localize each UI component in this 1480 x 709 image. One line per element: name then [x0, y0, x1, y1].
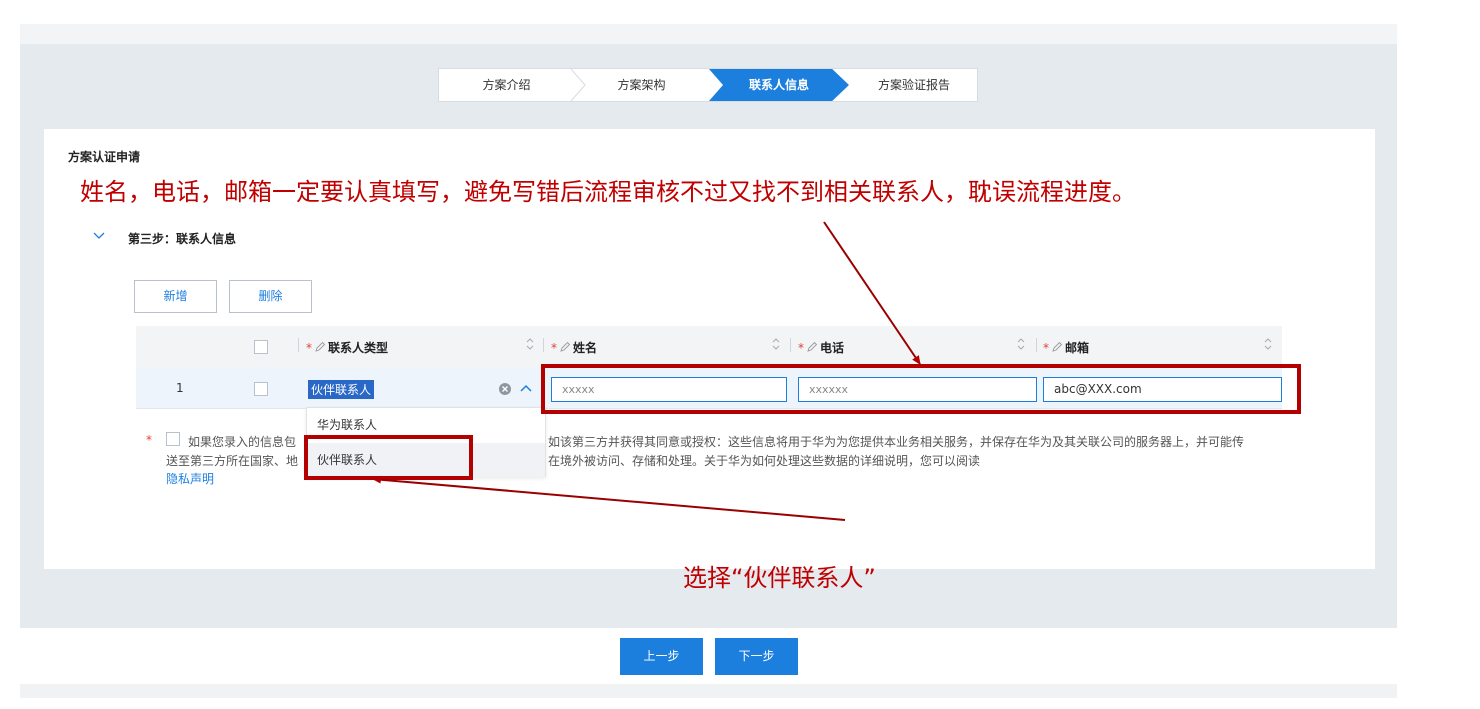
edit-pencil-icon — [315, 341, 326, 352]
required-mark: * — [306, 341, 312, 355]
edit-pencil-icon — [1052, 341, 1063, 352]
row-checkbox[interactable] — [254, 382, 268, 396]
header-name-label: 姓名 — [573, 341, 598, 355]
consent-checkbox[interactable] — [166, 432, 180, 446]
header-name: * 姓名 — [551, 339, 597, 356]
header-divider — [790, 338, 791, 352]
prev-step-button[interactable]: 上一步 — [620, 638, 703, 675]
sort-icon[interactable] — [1263, 335, 1273, 353]
required-mark: * — [551, 341, 557, 355]
step-verification-report[interactable]: 方案验证报告 — [849, 69, 979, 101]
delete-button[interactable]: 删除 — [229, 280, 312, 313]
chevron-down-icon[interactable] — [92, 229, 106, 243]
required-mark: * — [798, 341, 804, 355]
next-step-button[interactable]: 下一步 — [715, 638, 798, 675]
clear-icon[interactable] — [498, 382, 512, 396]
header-contact-type-label: 联系人类型 — [328, 341, 389, 355]
chevron-up-icon[interactable] — [520, 383, 532, 395]
contact-type-value: 伙伴联系人 — [308, 380, 375, 399]
highlight-box-contact-fields — [541, 364, 1301, 414]
step-architecture[interactable]: 方案架构 — [574, 69, 709, 101]
required-mark: * — [146, 433, 152, 447]
header-email: * 邮箱 — [1043, 339, 1089, 356]
panel-title: 方案认证申请 — [68, 150, 141, 164]
header-contact-type: * 联系人类型 — [306, 339, 388, 356]
edit-pencil-icon — [560, 341, 571, 352]
consent-text-2a: 送至第三方所在国家、地 — [166, 454, 299, 468]
annotation-top-note: 姓名，电话，邮箱一定要认真填写，避免写错后流程审核不过又找不到相关联系人，耽误流… — [80, 178, 1136, 206]
add-button[interactable]: 新增 — [134, 280, 217, 313]
select-all-checkbox[interactable] — [254, 340, 268, 354]
section-title: 第三步：联系人信息 — [128, 232, 237, 246]
header-email-label: 邮箱 — [1065, 341, 1090, 355]
sort-icon[interactable] — [1016, 335, 1026, 353]
header-phone-label: 电话 — [820, 341, 845, 355]
step-progress-bar: 方案介绍 方案架构 联系人信息 方案验证报告 — [438, 68, 978, 102]
annotation-bottom-note: 选择“伙伴联系人” — [683, 564, 876, 592]
consent-text-1b: 如该第三方并获得其同意或授权：这些信息将用于华为为您提供本业务相关服务，并保存在… — [548, 435, 1245, 449]
step-intro[interactable]: 方案介绍 — [439, 69, 574, 101]
step-contact-info[interactable]: 联系人信息 — [709, 69, 849, 101]
sort-icon[interactable] — [525, 335, 535, 353]
privacy-statement-link[interactable]: 隐私声明 — [166, 470, 214, 487]
header-divider — [543, 338, 544, 352]
header-divider — [1036, 338, 1037, 352]
consent-text-1a: 如果您录入的信息包 — [188, 435, 297, 449]
consent-text-2b: 在境外被访问、存储和处理。关于华为如何处理这些数据的详细说明，您可以阅读 — [548, 454, 981, 468]
sort-icon[interactable] — [771, 335, 781, 353]
header-divider — [298, 338, 299, 352]
required-mark: * — [1043, 341, 1049, 355]
highlight-box-partner-option — [304, 435, 473, 480]
edit-pencil-icon — [807, 341, 818, 352]
top-band — [20, 24, 1397, 44]
row-index: 1 — [176, 381, 184, 395]
header-phone: * 电话 — [798, 339, 844, 356]
contact-type-select[interactable]: 伙伴联系人 — [306, 378, 538, 402]
bottom-band — [20, 684, 1397, 698]
